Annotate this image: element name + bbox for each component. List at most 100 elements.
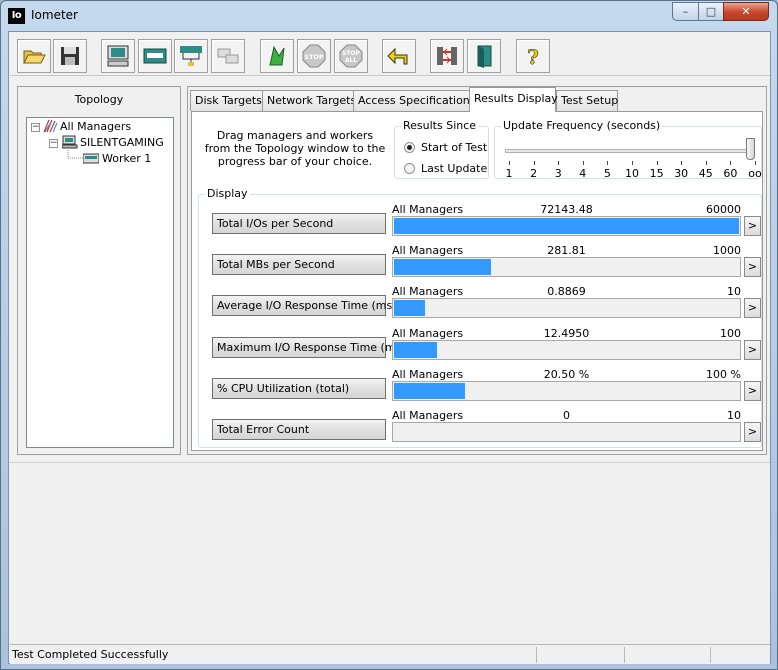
disconnect-manager-button[interactable] — [211, 39, 245, 73]
frequency-tick-mark — [730, 161, 732, 165]
metric-choose-source-button[interactable]: > — [744, 257, 761, 278]
frequency-tick-mark — [558, 161, 560, 165]
stop-test-icon: STOP — [302, 44, 326, 68]
maximize-button[interactable]: □ — [698, 2, 724, 21]
tab-results-display[interactable]: Results Display — [469, 87, 558, 112]
metric-value: 12.4950 — [543, 326, 590, 340]
metric-progress-fill — [394, 300, 425, 317]
metric-source-label: All Managers — [392, 326, 464, 340]
frequency-tick-mark — [607, 161, 609, 165]
metric-select-button[interactable]: % CPU Utilization (total) — [212, 377, 386, 399]
metric-choose-source-button[interactable]: > — [744, 339, 761, 360]
stop-test-button[interactable]: STOP — [297, 39, 331, 73]
metric-progress-bar[interactable] — [392, 216, 741, 236]
update-frequency-slider-thumb[interactable] — [746, 138, 755, 160]
metric-progress-bar[interactable] — [392, 257, 741, 278]
status-separator — [536, 647, 537, 663]
start-tests-icon — [269, 45, 285, 66]
last-update-label: Last Update — [421, 162, 488, 175]
tree-item-worker[interactable]: Worker 1 — [102, 151, 151, 167]
tab-access-specifications[interactable]: Access Specifications — [353, 90, 476, 111]
status-separator — [710, 647, 711, 663]
tab-container: Disk Targets Network Targets Access Spec… — [187, 86, 767, 455]
metric-progress-bar[interactable] — [392, 380, 741, 401]
metric-progress-fill — [394, 259, 491, 276]
minimize-icon: – — [682, 5, 689, 18]
new-disk-worker-button[interactable] — [101, 39, 135, 73]
tree-item-manager[interactable]: SILENTGAMING — [80, 135, 164, 151]
connect-manager-icon — [437, 47, 457, 65]
exit-icon — [477, 45, 492, 68]
metric-choose-source-button[interactable]: > — [744, 298, 761, 319]
about-glyph: ? — [527, 45, 539, 68]
new-network-worker-button[interactable] — [138, 39, 172, 73]
metric-value: 20.50 % — [543, 367, 590, 381]
metric-choose-source-button[interactable]: > — [744, 380, 761, 401]
stop-all-button[interactable]: STOP ALL — [334, 39, 368, 73]
metric-select-button[interactable]: Total Error Count — [212, 419, 386, 440]
disconnect-manager-icon — [217, 48, 239, 64]
expand-all-managers-toggle[interactable]: − — [31, 123, 40, 132]
last-update-radio[interactable] — [404, 163, 415, 174]
tree-item-all-managers[interactable]: All Managers — [60, 119, 131, 135]
metric-choose-source-button[interactable]: > — [744, 216, 761, 236]
metric-max-value: 10 — [727, 285, 741, 299]
title-bar[interactable]: Io Iometer – □ ✕ — [1, 1, 777, 31]
expand-manager-toggle[interactable]: − — [49, 139, 58, 148]
metric-max-value: 100 — [720, 326, 741, 340]
metric-max-value: 100 % — [706, 367, 741, 381]
window-title: Iometer — [31, 8, 78, 22]
tab-network-targets[interactable]: Network Targets — [262, 90, 356, 111]
tab-test-setup[interactable]: Test Setup — [556, 90, 618, 111]
metric-progress-bar[interactable] — [392, 339, 741, 360]
all-managers-icon — [43, 119, 58, 133]
close-icon: ✕ — [741, 5, 751, 18]
client-area: STOP STOP ALL ? Topology − All Managers … — [8, 31, 771, 664]
app-window: Io Iometer – □ ✕ STOP STOP ALL ? Topolog… — [0, 0, 778, 670]
status-separator — [624, 647, 625, 663]
start-of-test-radio[interactable] — [404, 142, 415, 153]
open-config-button[interactable] — [17, 39, 51, 73]
stop-test-label: STOP — [304, 53, 324, 61]
update-frequency-slider[interactable] — [505, 149, 755, 153]
exit-button[interactable] — [467, 39, 501, 73]
topology-label: Topology — [74, 93, 124, 106]
maximize-icon: □ — [705, 5, 717, 18]
metric-select-button[interactable]: Average I/O Response Time (ms) — [212, 295, 397, 317]
frequency-tick-mark — [705, 161, 707, 165]
topology-tree[interactable]: − All Managers − SILENTGAMING Worker 1 — [26, 117, 174, 448]
metric-source-label: All Managers — [392, 367, 464, 381]
duplicate-worker-icon — [180, 46, 202, 66]
minimize-button[interactable]: – — [672, 2, 699, 21]
connect-manager-button[interactable] — [430, 39, 464, 73]
display-title: Display — [205, 187, 250, 201]
start-tests-button[interactable] — [260, 39, 294, 73]
about-button[interactable]: ? — [516, 39, 550, 73]
update-frequency-group: Update Frequency (seconds) 1 2 3 4 5 10 15 30 45… — [494, 119, 762, 180]
metric-select-button[interactable]: Total I/Os per Second — [212, 213, 386, 234]
about-icon: ? — [527, 45, 539, 68]
metric-progress-bar[interactable] — [392, 422, 741, 442]
duplicate-worker-button[interactable] — [174, 39, 208, 73]
frequency-tick-mark — [755, 161, 756, 165]
tab-disk-targets[interactable]: Disk Targets — [190, 90, 263, 111]
results-since-title: Results Since — [401, 119, 479, 133]
close-button[interactable]: ✕ — [723, 2, 769, 21]
new-network-worker-icon — [143, 48, 167, 64]
toolbar: STOP STOP ALL ? — [10, 33, 770, 76]
topology-panel: Topology − All Managers − SILENTGAMING W… — [17, 86, 181, 455]
metric-source-label: All Managers — [392, 244, 464, 258]
metric-choose-source-button[interactable]: > — [744, 422, 761, 442]
save-config-button[interactable] — [53, 39, 87, 73]
stop-all-icon: STOPALL — [339, 44, 363, 68]
new-disk-worker-icon — [107, 45, 129, 67]
metric-select-button[interactable]: Total MBs per Second — [212, 254, 386, 276]
metric-progress-bar[interactable] — [392, 298, 741, 319]
stop-all-label-top: STOP — [342, 50, 361, 57]
metric-select-button[interactable]: Maximum I/O Response Time (ms) — [212, 336, 406, 358]
open-config-icon — [23, 50, 46, 64]
metric-progress-fill — [394, 218, 739, 234]
reset-workers-button[interactable] — [382, 39, 416, 73]
metric-progress-fill — [394, 341, 437, 358]
status-text: Test Completed Successfully — [12, 648, 169, 661]
